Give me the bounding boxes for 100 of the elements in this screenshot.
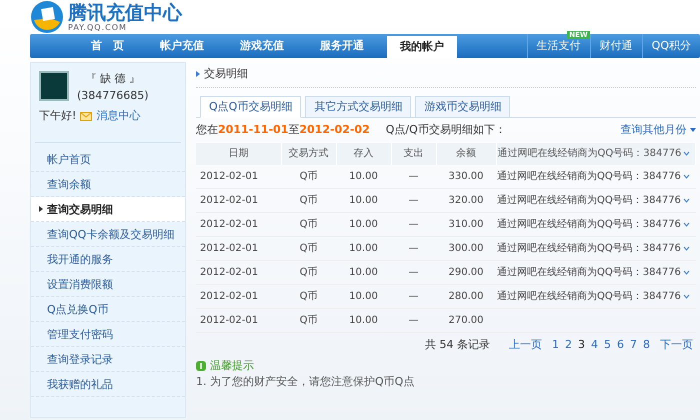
transaction-note: 通过网吧在线经销商为QQ号码：384776 <box>497 291 681 302</box>
table-cell: Q币 <box>281 308 336 332</box>
sidebar-item[interactable]: 查询交易明细 <box>31 196 185 222</box>
logo-title: 腾讯充值中心 <box>68 2 182 22</box>
tab[interactable]: Q点Q币交易明细 <box>200 96 302 118</box>
transaction-note: 通过网吧在线经销商为QQ号码：384776 <box>497 219 681 230</box>
tips-title: 温馨提示 <box>210 358 254 374</box>
table-cell: Q币 <box>281 260 336 284</box>
transaction-note: 通过网吧在线经销商为QQ号码：384776 <box>497 243 681 254</box>
table-cell: 2012-02-01 <box>196 260 281 284</box>
chevron-down-icon[interactable] <box>682 294 690 299</box>
greeting: 下午好! <box>39 108 76 124</box>
nav-tab[interactable]: 首 页 <box>78 34 137 58</box>
table-cell: — <box>391 284 436 308</box>
table-cell: Q币 <box>281 212 336 236</box>
table-cell: 2012-02-01 <box>196 236 281 260</box>
caret-icon[interactable] <box>690 128 696 132</box>
table-cell: — <box>391 164 436 188</box>
table-cell: 2012-02-01 <box>196 212 281 236</box>
table-cell: 300.00 <box>436 236 496 260</box>
table-cell: Q币 <box>281 164 336 188</box>
page-link[interactable]: 5 <box>601 337 614 354</box>
sidebar-item[interactable]: 设置消费限额 <box>31 272 185 296</box>
sidebar-item[interactable]: 我获赠的礼品 <box>31 372 185 396</box>
page-link[interactable]: 1 <box>549 337 562 354</box>
table-cell: 320.00 <box>436 188 496 212</box>
transaction-note: 通过网吧在线经销商为QQ号码：384776 <box>497 267 681 278</box>
chevron-down-icon[interactable] <box>682 246 690 251</box>
sidebar-item[interactable]: 管理支付密码 <box>31 322 185 346</box>
column-header: 日期 <box>196 142 281 164</box>
sidebar-item[interactable]: 我开通的服务 <box>31 246 185 272</box>
qq-number: (384776685) <box>77 88 149 104</box>
table-cell: 10.00 <box>336 284 391 308</box>
sidebar-item[interactable]: 帐户首页 <box>31 146 185 172</box>
transaction-note: 通过网吧在线经销商为QQ号码：384776 <box>497 170 681 182</box>
page-link[interactable]: 2 <box>562 337 575 354</box>
triangle-icon <box>196 71 200 78</box>
tab[interactable]: 游戏币交易明细 <box>415 96 510 118</box>
table-cell: 290.00 <box>436 260 496 284</box>
message-link[interactable]: 消息中心 <box>96 108 140 124</box>
table-cell: 2012-02-01 <box>196 188 281 212</box>
table-cell: 280.00 <box>436 284 496 308</box>
info-icon <box>196 360 206 371</box>
column-header: 支出 <box>391 142 436 164</box>
prev-page-link[interactable]: 上一页 <box>506 337 545 354</box>
table-cell: — <box>391 212 436 236</box>
table-cell: 270.00 <box>436 308 496 332</box>
table-cell: — <box>391 236 436 260</box>
table-cell: Q币 <box>281 188 336 212</box>
envelope-icon <box>80 112 92 121</box>
logo-subtitle: PAY.QQ.COM <box>68 22 128 32</box>
nav-tab[interactable]: 游戏充值 <box>227 34 297 58</box>
table-cell: 2012-02-01 <box>196 164 281 188</box>
page-link[interactable]: 7 <box>627 337 640 354</box>
table-cell: — <box>391 188 436 212</box>
avatar-picture <box>39 71 69 101</box>
triangle-icon <box>39 206 43 212</box>
sidebar-item[interactable]: 查询登录记录 <box>31 346 185 372</box>
table-cell: 2012-02-01 <box>196 284 281 308</box>
table-cell: 10.00 <box>336 188 391 212</box>
table-cell: 10.00 <box>336 164 391 188</box>
page-link[interactable]: 8 <box>640 337 653 354</box>
table-cell: 10.00 <box>336 212 391 236</box>
table-cell: Q币 <box>281 284 336 308</box>
chevron-down-icon[interactable] <box>683 150 690 156</box>
chevron-down-icon[interactable] <box>682 270 690 275</box>
page-link[interactable]: 6 <box>614 337 627 354</box>
nav-link[interactable]: 财付通 <box>590 34 642 58</box>
chevron-down-icon[interactable] <box>682 174 690 179</box>
page-link[interactable]: 3 <box>575 337 588 354</box>
table-cell: — <box>391 308 436 332</box>
transaction-note: 通过网吧在线经销商为QQ号码：384776 <box>497 195 681 206</box>
table-cell: 330.00 <box>436 164 496 188</box>
nav-tab[interactable]: 我的帐户 <box>387 36 457 58</box>
tip-text: 1. 为了您的财产安全，请您注意保护Q币Q点 <box>196 374 416 390</box>
table-cell: — <box>391 260 436 284</box>
table-cell: 10.00 <box>336 236 391 260</box>
table-cell: 310.00 <box>436 212 496 236</box>
logo-icon <box>30 0 64 34</box>
nickname: 『 缺 德 』 <box>84 71 142 87</box>
table-cell: 10.00 <box>336 260 391 284</box>
sidebar-item[interactable]: Q点兑换Q币 <box>31 296 185 322</box>
date-range-text: 您在2011-11-01至2012-02-02 <box>196 122 370 138</box>
page-link[interactable]: 4 <box>588 337 601 354</box>
table-cell: 2012-02-01 <box>196 308 281 332</box>
chevron-down-icon[interactable] <box>682 222 690 227</box>
record-count: 共 54 条记录 <box>425 337 490 353</box>
section-title: 交易明细 <box>204 66 248 82</box>
range-caption: Q点/Q币交易明细如下： <box>386 122 506 138</box>
tab[interactable]: 其它方式交易明细 <box>305 96 412 118</box>
nav-link[interactable]: QQ积分 <box>642 34 700 58</box>
nav-tab[interactable]: 服务开通 <box>307 34 377 58</box>
other-months-link[interactable]: 查询其他月份 <box>620 122 696 138</box>
nav-tab[interactable]: 帐户充值 <box>147 34 217 58</box>
column-header: 余额 <box>436 142 496 164</box>
chevron-down-icon[interactable] <box>682 198 690 203</box>
column-header: 交易方式 <box>281 142 336 164</box>
sidebar-item[interactable]: 查询QQ卡余额及交易明细 <box>31 222 185 246</box>
next-page-link[interactable]: 下一页 <box>657 337 696 354</box>
table-cell: 10.00 <box>336 308 391 332</box>
